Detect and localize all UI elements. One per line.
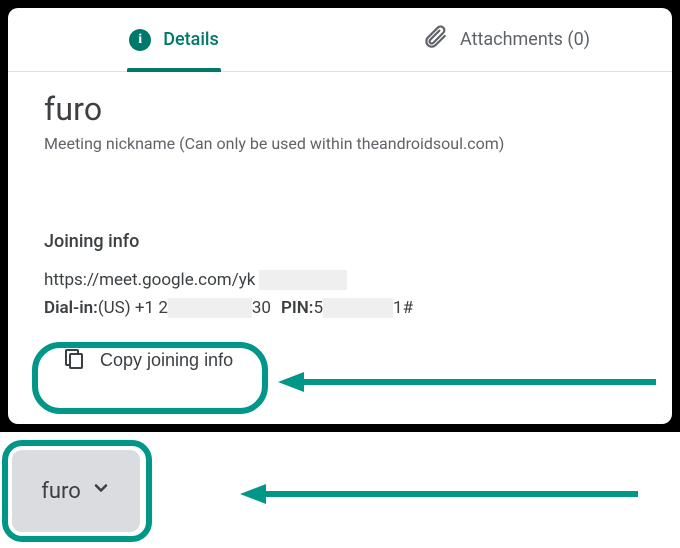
- chevron-down-icon: [91, 478, 111, 504]
- dial-in-label: Dial-in:: [44, 298, 98, 318]
- tab-details-label: Details: [163, 29, 219, 50]
- dial-in-prefix: (US) +1 2: [98, 298, 168, 318]
- meeting-name: furo: [44, 90, 636, 128]
- link-prefix: https://meet.google.com/yk: [44, 270, 255, 290]
- dial-in-line: Dial-in: (US) +1 2 30 PIN: 5 1#: [44, 298, 636, 318]
- meeting-pill-label: furo: [41, 479, 81, 504]
- tab-details[interactable]: i Details: [8, 8, 340, 71]
- tab-attachments[interactable]: Attachments (0): [340, 8, 672, 71]
- meeting-pill-button[interactable]: furo: [12, 450, 140, 532]
- redacted-block: [168, 298, 252, 318]
- meeting-subtitle: Meeting nickname (Can only be used withi…: [44, 134, 636, 153]
- meeting-link: https://meet.google.com/yk: [44, 270, 636, 290]
- card-body: furo Meeting nickname (Can only be used …: [8, 72, 672, 397]
- redacted-block: [323, 298, 393, 318]
- attachment-icon: [422, 24, 448, 55]
- details-card: i Details Attachments (0) furo Meeting n…: [8, 8, 672, 424]
- tabs-bar: i Details Attachments (0): [8, 8, 672, 72]
- joining-info-header: Joining info: [44, 231, 636, 252]
- pin-prefix: 5: [313, 298, 323, 318]
- pin-label: PIN:: [281, 298, 313, 318]
- info-icon: i: [129, 29, 151, 51]
- tab-attachments-label: Attachments (0): [460, 29, 590, 50]
- copy-icon: [62, 346, 86, 375]
- annotation-arrow-icon: [240, 482, 640, 506]
- copy-button-label: Copy joining info: [100, 350, 233, 371]
- annotation-arrow-icon: [278, 370, 658, 394]
- redacted-block: [259, 270, 347, 290]
- pin-suffix: 1#: [393, 298, 413, 318]
- bottom-bar: furo: [0, 432, 680, 548]
- dial-in-suffix: 30: [252, 298, 271, 318]
- copy-joining-info-button[interactable]: Copy joining info: [44, 336, 251, 385]
